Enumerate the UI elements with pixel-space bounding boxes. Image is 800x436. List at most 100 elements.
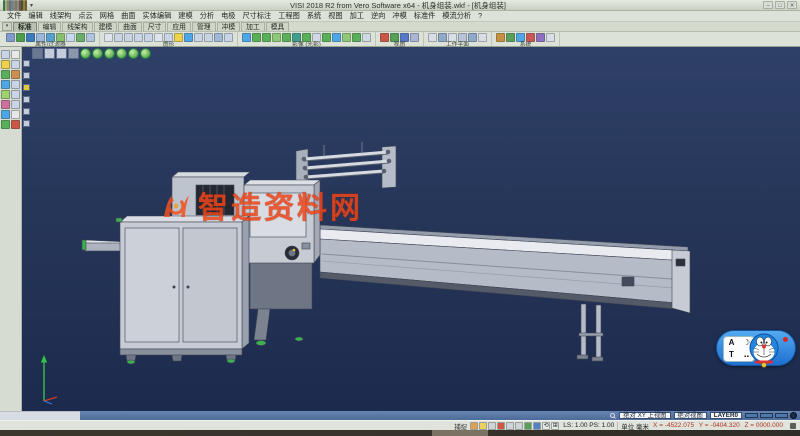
close-button[interactable]: ✕ xyxy=(787,1,797,9)
menu-item[interactable]: 线架构 xyxy=(47,11,75,21)
menu-item[interactable]: 尺寸标注 xyxy=(239,11,274,21)
mirror-tool-icon[interactable] xyxy=(1,110,10,119)
ribbon-tab[interactable]: 管理 xyxy=(192,22,216,31)
menu-item[interactable]: 电极 xyxy=(218,11,238,21)
four-window-icon[interactable] xyxy=(68,48,79,59)
search-icon[interactable] xyxy=(610,413,615,418)
right-view-sphere-icon[interactable] xyxy=(116,48,127,59)
light-icon[interactable] xyxy=(322,33,331,42)
previous-view-icon[interactable] xyxy=(184,33,193,42)
workplane-reset-icon[interactable] xyxy=(478,33,487,42)
layer-filter-icon[interactable] xyxy=(16,33,25,42)
taskbar-item[interactable] xyxy=(432,430,488,436)
material-icon[interactable] xyxy=(312,33,321,42)
ribbon-tab[interactable]: 尺寸 xyxy=(143,22,167,31)
shaded-icon[interactable] xyxy=(262,33,271,42)
multi-view-icon[interactable] xyxy=(204,33,213,42)
menu-item[interactable]: 工程图 xyxy=(275,11,303,21)
rotate-view-icon[interactable] xyxy=(164,33,173,42)
macro-icon[interactable] xyxy=(526,33,535,42)
view-side-icon[interactable] xyxy=(400,33,409,42)
menu-item[interactable]: 网格 xyxy=(97,11,117,21)
workplane-face-icon[interactable] xyxy=(468,33,477,42)
fill-color-swatch[interactable] xyxy=(775,413,788,418)
workplane-yz-icon[interactable] xyxy=(448,33,457,42)
menu-item[interactable]: ? xyxy=(475,11,485,21)
snap-point-icon[interactable] xyxy=(23,72,30,79)
menu-item[interactable]: 加工 xyxy=(347,11,367,21)
maximize-button[interactable]: □ xyxy=(775,1,785,9)
snap-mid-icon[interactable] xyxy=(479,422,487,430)
highlight-icon[interactable] xyxy=(66,33,75,42)
snap-center-icon[interactable] xyxy=(23,108,30,115)
info-icon[interactable] xyxy=(546,33,555,42)
clear-filter-icon[interactable] xyxy=(86,33,95,42)
front-view-sphere-icon[interactable] xyxy=(104,48,115,59)
point-tool-icon[interactable] xyxy=(1,50,10,59)
view-front-icon[interactable] xyxy=(390,33,399,42)
view-top-icon[interactable] xyxy=(380,33,389,42)
workplane-xz-icon[interactable] xyxy=(438,33,447,42)
minimize-button[interactable]: – xyxy=(763,1,773,9)
ribbon-tab[interactable]: 冲模 xyxy=(217,22,241,31)
menu-item[interactable]: 冲模 xyxy=(389,11,409,21)
menu-item[interactable]: 实体编辑 xyxy=(140,11,175,21)
units-readout[interactable]: 单位 毫米 xyxy=(621,421,649,431)
element-mask-icon[interactable] xyxy=(6,33,15,42)
attribute-copy-icon[interactable] xyxy=(46,33,55,42)
ribbon-tab[interactable]: 曲面 xyxy=(118,22,142,31)
menu-item[interactable]: 点云 xyxy=(75,11,95,21)
line-tool-icon[interactable] xyxy=(11,50,20,59)
scale-tool-icon[interactable] xyxy=(11,110,20,119)
rotate-lock-icon[interactable]: ⟲ xyxy=(542,422,550,430)
menu-item[interactable]: 文件 xyxy=(4,11,24,21)
fillet-tool-icon[interactable] xyxy=(1,90,10,99)
refresh-icon[interactable] xyxy=(214,33,223,42)
menu-item[interactable]: 标准件 xyxy=(411,11,439,21)
ribbon-tab[interactable]: 应用 xyxy=(167,22,191,31)
redraw-icon[interactable] xyxy=(104,33,113,42)
settings-icon[interactable] xyxy=(496,33,505,42)
perspective-icon[interactable] xyxy=(302,33,311,42)
line-color-swatch[interactable] xyxy=(760,413,773,418)
curve-tool-icon[interactable] xyxy=(1,70,10,79)
database-icon[interactable] xyxy=(506,33,515,42)
arc-tool-icon[interactable] xyxy=(1,60,10,69)
snap-grid-icon[interactable] xyxy=(23,120,30,127)
surface-tool-icon[interactable] xyxy=(11,70,20,79)
grid-toggle-icon[interactable]: ⊞ xyxy=(551,422,559,430)
workplane-field[interactable]: 绝对视图 xyxy=(674,412,707,419)
menu-item[interactable]: 曲面 xyxy=(118,11,138,21)
chamfer-tool-icon[interactable] xyxy=(11,90,20,99)
active-color-swatch[interactable] xyxy=(745,413,758,418)
hidden-line-icon[interactable] xyxy=(252,33,261,42)
cursor-snap-icon[interactable] xyxy=(23,60,30,67)
snap-mid-icon[interactable] xyxy=(23,96,30,103)
tab-menu-button[interactable]: ▾ xyxy=(2,22,12,31)
color-filter-icon[interactable] xyxy=(26,33,35,42)
menu-item[interactable]: 建模 xyxy=(175,11,195,21)
viewport-layout-icon[interactable] xyxy=(32,48,43,59)
single-view-icon[interactable] xyxy=(194,33,203,42)
ribbon-tab[interactable]: 模具 xyxy=(266,22,290,31)
zoom-window-icon[interactable] xyxy=(124,33,133,42)
input-method-toolbar[interactable]: A ☽ T ‥ xyxy=(716,330,796,366)
ribbon-tab[interactable]: 标准 xyxy=(13,22,37,31)
single-window-icon[interactable] xyxy=(44,48,55,59)
plugin-icon[interactable] xyxy=(536,33,545,42)
move-tool-icon[interactable] xyxy=(1,100,10,109)
iso-view-sphere-icon[interactable] xyxy=(80,48,91,59)
snap-end-icon[interactable] xyxy=(470,422,478,430)
type-filter-icon[interactable] xyxy=(36,33,45,42)
brush-icon[interactable] xyxy=(25,0,27,11)
menu-item[interactable]: 分析 xyxy=(197,11,217,21)
snap-active-icon[interactable] xyxy=(23,84,30,91)
menu-item[interactable]: 视图 xyxy=(325,11,345,21)
pan-icon[interactable] xyxy=(154,33,163,42)
solid-tool-icon[interactable] xyxy=(1,80,10,89)
ribbon-tab[interactable]: 线架构 xyxy=(62,22,92,31)
left-view-sphere-icon[interactable] xyxy=(128,48,139,59)
dynamic-view-icon[interactable] xyxy=(174,33,183,42)
zoom-out-icon[interactable] xyxy=(144,33,153,42)
back-view-sphere-icon[interactable] xyxy=(140,48,151,59)
